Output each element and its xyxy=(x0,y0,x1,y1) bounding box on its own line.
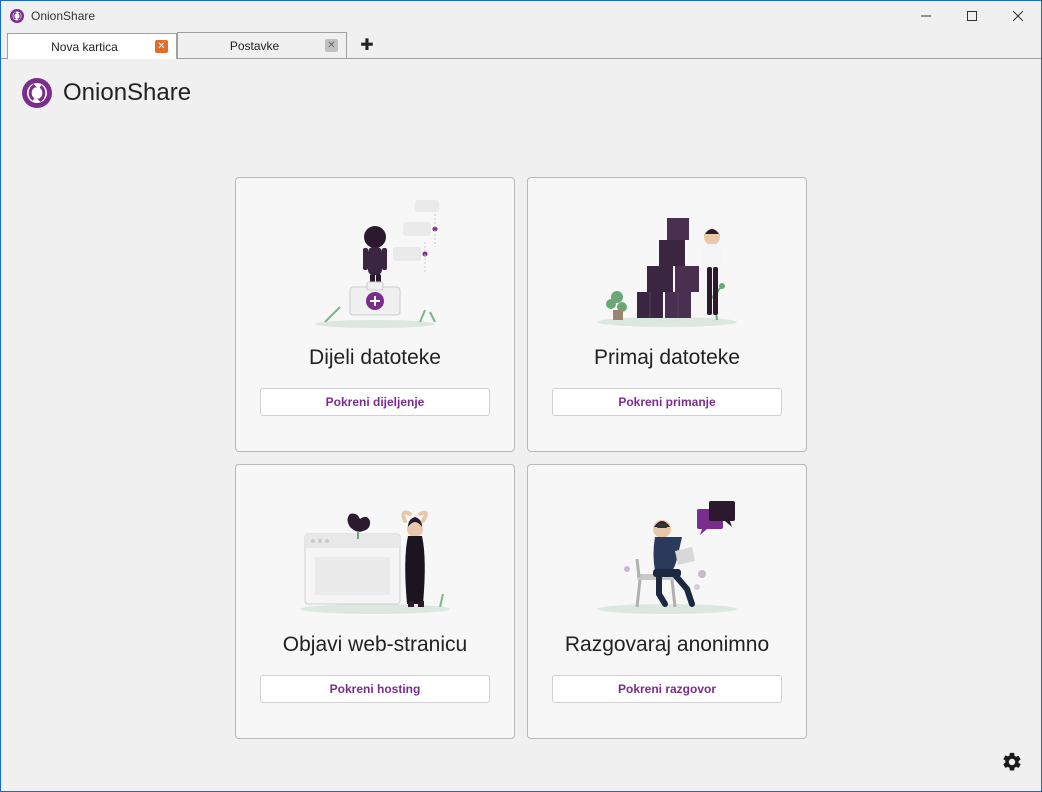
share-illustration xyxy=(252,192,498,332)
card-host-website: Objavi web-stranicu Pokreni hosting xyxy=(235,464,515,739)
card-chat-anon: Razgovaraj anonimno Pokreni razgovor xyxy=(527,464,807,739)
start-chat-button[interactable]: Pokreni razgovor xyxy=(552,675,782,703)
brand: OnionShare xyxy=(21,77,1021,109)
chat-illustration xyxy=(544,479,790,619)
tabbar: Nova kartica ✕ Postavke ✕ ✚ xyxy=(1,31,1041,59)
app-icon xyxy=(9,8,25,24)
main-content: OnionShare xyxy=(1,59,1041,791)
tab-label: Postavke xyxy=(192,39,317,53)
window-title: OnionShare xyxy=(31,9,903,23)
brand-name: OnionShare xyxy=(63,79,191,107)
start-receiving-button[interactable]: Pokreni primanje xyxy=(552,388,782,416)
tab-new[interactable]: Nova kartica ✕ xyxy=(7,33,177,59)
settings-button[interactable] xyxy=(1001,751,1023,773)
start-sharing-button[interactable]: Pokreni dijeljenje xyxy=(260,388,490,416)
minimize-button[interactable] xyxy=(903,1,949,31)
card-title: Razgovaraj anonimno xyxy=(565,633,769,657)
titlebar: OnionShare xyxy=(1,1,1041,31)
card-title: Objavi web-stranicu xyxy=(283,633,467,657)
maximize-button[interactable] xyxy=(949,1,995,31)
receive-illustration xyxy=(544,192,790,332)
tab-label: Nova kartica xyxy=(22,40,147,54)
card-receive-files: Primaj datoteke Pokreni primanje xyxy=(527,177,807,452)
card-title: Dijeli datoteke xyxy=(309,346,441,370)
add-tab-button[interactable]: ✚ xyxy=(353,32,381,58)
plus-icon: ✚ xyxy=(360,35,373,55)
window-controls xyxy=(903,1,1041,31)
close-icon[interactable]: ✕ xyxy=(155,40,168,53)
card-title: Primaj datoteke xyxy=(594,346,740,370)
gear-icon xyxy=(1001,760,1023,777)
mode-grid: Dijeli datoteke Pokreni dijeljenje xyxy=(235,177,807,739)
start-hosting-button[interactable]: Pokreni hosting xyxy=(260,675,490,703)
close-icon[interactable]: ✕ xyxy=(325,39,338,52)
card-share-files: Dijeli datoteke Pokreni dijeljenje xyxy=(235,177,515,452)
website-illustration xyxy=(252,479,498,619)
tab-settings[interactable]: Postavke ✕ xyxy=(177,32,347,58)
onionshare-logo-icon xyxy=(21,77,53,109)
close-button[interactable] xyxy=(995,1,1041,31)
